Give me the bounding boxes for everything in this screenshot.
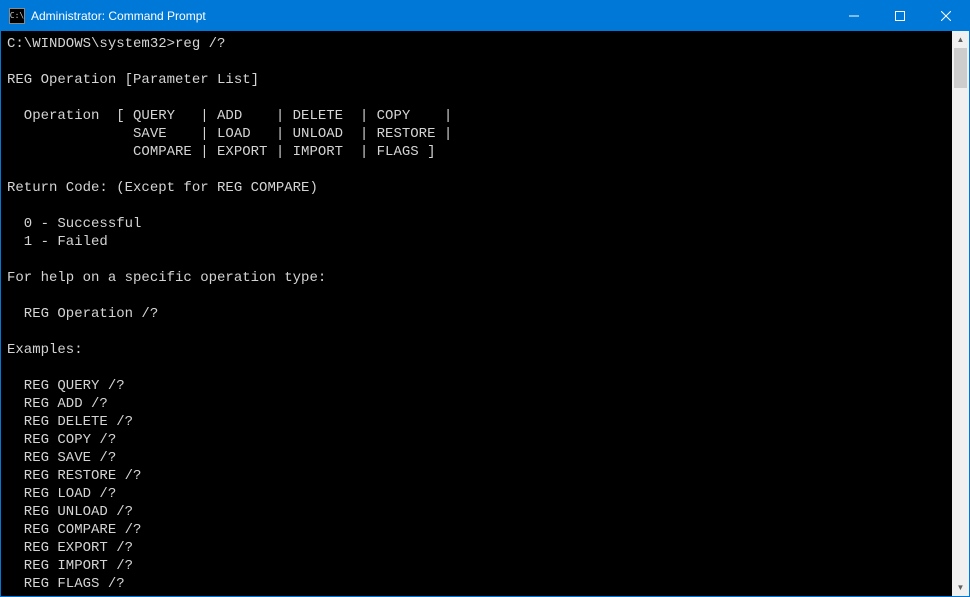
maximize-button[interactable] xyxy=(877,1,923,31)
maximize-icon xyxy=(895,11,905,21)
minimize-button[interactable] xyxy=(831,1,877,31)
terminal-output[interactable]: C:\WINDOWS\system32>reg /? REG Operation… xyxy=(1,31,952,596)
content-area: C:\WINDOWS\system32>reg /? REG Operation… xyxy=(1,31,969,596)
minimize-icon xyxy=(849,11,859,21)
scroll-down-arrow-icon[interactable]: ▼ xyxy=(952,579,969,596)
scroll-thumb[interactable] xyxy=(954,48,967,88)
titlebar[interactable]: C:\ Administrator: Command Prompt xyxy=(1,1,969,31)
scroll-up-arrow-icon[interactable]: ▲ xyxy=(952,31,969,48)
close-icon xyxy=(941,11,951,21)
close-button[interactable] xyxy=(923,1,969,31)
window-title: Administrator: Command Prompt xyxy=(31,9,831,23)
window: C:\ Administrator: Command Prompt C:\WIN… xyxy=(0,0,970,597)
cmd-icon: C:\ xyxy=(9,8,25,24)
vertical-scrollbar[interactable]: ▲ ▼ xyxy=(952,31,969,596)
titlebar-buttons xyxy=(831,1,969,31)
